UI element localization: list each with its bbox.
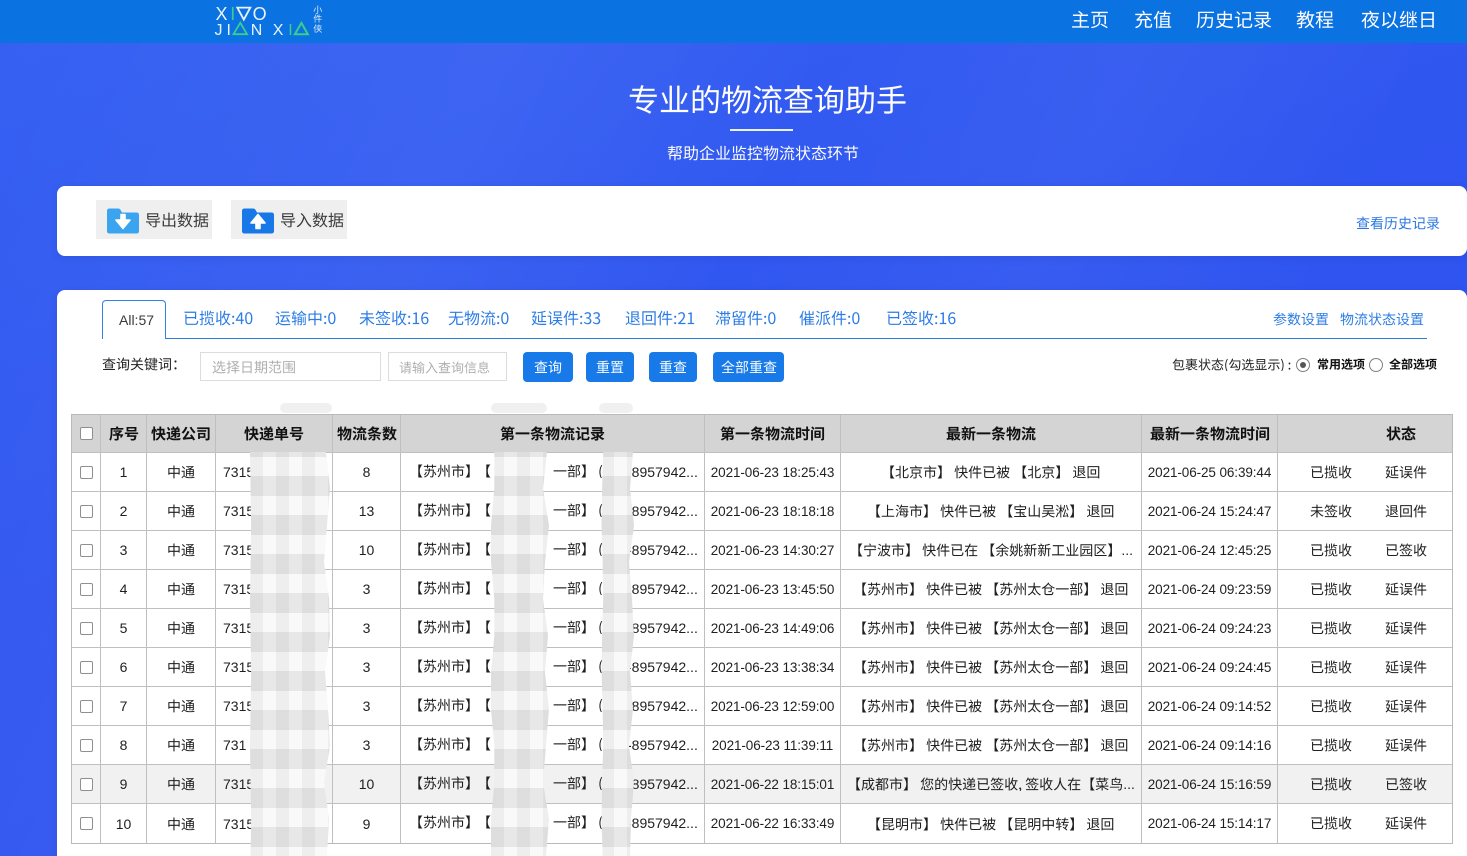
svg-text:I: I <box>227 22 231 39</box>
svg-text:J: J <box>215 22 223 39</box>
svg-text:O: O <box>253 4 267 24</box>
svg-text:X: X <box>273 22 284 39</box>
svg-text:I: I <box>230 4 235 24</box>
svg-text:I: I <box>288 22 292 39</box>
svg-text:X: X <box>216 4 228 24</box>
svg-text:N: N <box>251 22 263 39</box>
